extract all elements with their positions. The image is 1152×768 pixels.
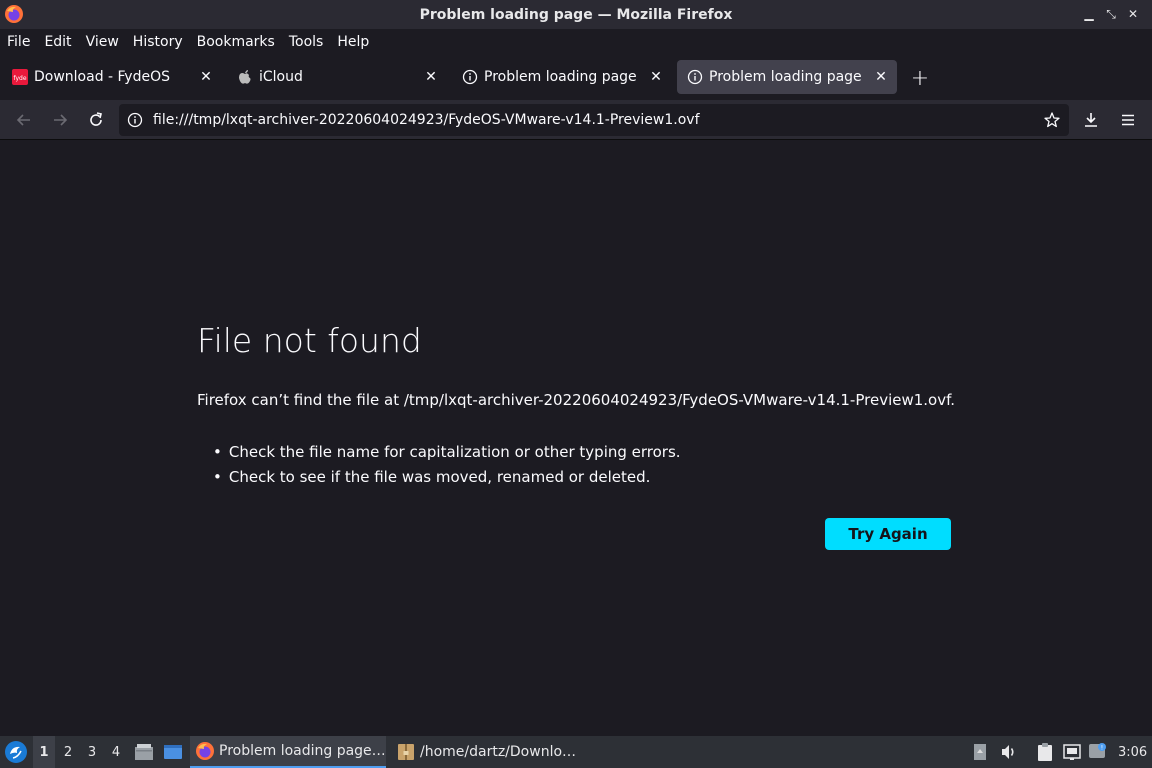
clock[interactable]: 3:06 <box>1118 736 1147 768</box>
firefox-icon[interactable] <box>4 4 24 24</box>
svg-text:!: ! <box>1101 745 1103 752</box>
menu-help[interactable]: Help <box>337 34 369 50</box>
network-icon[interactable] <box>1062 742 1082 762</box>
menu-edit[interactable]: Edit <box>44 34 71 50</box>
desktop-switch-4[interactable]: 4 <box>105 736 127 768</box>
restore-icon[interactable]: ⤡ <box>1100 6 1122 22</box>
bookmark-star-icon[interactable] <box>1043 111 1061 129</box>
url-bar[interactable]: file:///tmp/lxqt-archiver-20220604024923… <box>119 104 1069 136</box>
tab-icloud[interactable]: iCloud ✕ <box>227 60 447 94</box>
list-item: Check the file name for capitalization o… <box>213 439 681 464</box>
new-tab-plus-icon[interactable]: + <box>908 66 932 91</box>
tab-download-fydeos[interactable]: fyde Download - FydeOS ✕ <box>2 60 222 94</box>
menubar: File Edit View History Bookmarks Tools H… <box>0 29 1152 54</box>
menu-view[interactable]: View <box>86 34 119 50</box>
close-tab-icon[interactable]: ✕ <box>646 67 666 87</box>
taskbar-item-firefox[interactable]: Problem loading page… <box>190 736 386 768</box>
window-controls: ▁ ⤡ ✕ <box>1078 6 1144 22</box>
close-tab-icon[interactable]: ✕ <box>196 67 216 87</box>
firefox-icon <box>196 742 214 760</box>
show-desktop-icon[interactable] <box>163 742 183 762</box>
forward-arrow-icon[interactable] <box>48 108 72 132</box>
tab-label: Problem loading page <box>484 69 637 85</box>
error-title: File not found <box>197 321 422 360</box>
info-icon <box>462 69 478 85</box>
tab-problem-loading-1[interactable]: Problem loading page ✕ <box>452 60 672 94</box>
desktop-switch-3[interactable]: 3 <box>81 736 103 768</box>
list-item: Check to see if the file was moved, rena… <box>213 464 681 489</box>
tab-label: Problem loading page <box>709 69 862 85</box>
info-icon <box>687 69 703 85</box>
file-manager-icon[interactable] <box>134 742 154 762</box>
tab-problem-loading-active[interactable]: Problem loading page ✕ <box>677 60 897 94</box>
volume-icon[interactable] <box>999 742 1019 762</box>
storage-icon[interactable] <box>970 742 990 762</box>
error-tips-list: Check the file name for capitalization o… <box>213 439 681 489</box>
apple-favicon <box>237 69 253 85</box>
reload-icon[interactable] <box>84 108 108 132</box>
tab-label: Download - FydeOS <box>34 69 171 85</box>
clipboard-icon[interactable] <box>1035 742 1055 762</box>
tab-strip: fyde Download - FydeOS ✕ iCloud ✕ Proble… <box>0 54 1152 100</box>
window-titlebar: Problem loading page — Mozilla Firefox ▁… <box>0 0 1152 29</box>
try-again-button[interactable]: Try Again <box>825 518 951 550</box>
site-info-icon[interactable] <box>127 112 143 128</box>
taskbar-item-archiver[interactable]: /home/dartz/Downlo… <box>391 736 587 768</box>
taskbar-item-label: /home/dartz/Downlo… <box>420 744 577 760</box>
archive-icon <box>398 744 414 760</box>
back-arrow-icon[interactable] <box>12 108 36 132</box>
menu-history[interactable]: History <box>133 34 183 50</box>
menu-bookmarks[interactable]: Bookmarks <box>197 34 275 50</box>
tab-label: iCloud <box>259 69 303 85</box>
desktop-switch-1[interactable]: 1 <box>33 736 55 768</box>
downloads-icon[interactable] <box>1079 108 1103 132</box>
svg-text:fyde: fyde <box>13 75 26 82</box>
navigation-toolbar: file:///tmp/lxqt-archiver-20220604024923… <box>0 100 1152 140</box>
desktop-switch-2[interactable]: 2 <box>57 736 79 768</box>
start-menu-icon[interactable] <box>4 740 28 764</box>
notification-icon[interactable]: ! <box>1088 742 1108 762</box>
menu-file[interactable]: File <box>7 34 30 50</box>
window-title: Problem loading page — Mozilla Firefox <box>419 6 733 23</box>
close-tab-icon[interactable]: ✕ <box>421 67 441 87</box>
menu-tools[interactable]: Tools <box>289 34 324 50</box>
hamburger-menu-icon[interactable] <box>1116 108 1140 132</box>
error-description: Firefox can’t find the file at /tmp/lxqt… <box>197 391 956 409</box>
taskbar: 1 2 3 4 Problem loading page… /home/dart… <box>0 736 1152 768</box>
close-tab-icon[interactable]: ✕ <box>871 67 891 87</box>
fydeos-favicon: fyde <box>12 69 28 85</box>
taskbar-item-label: Problem loading page… <box>219 743 386 759</box>
page-content: File not found Firefox can’t find the fi… <box>0 141 1152 736</box>
minimize-icon[interactable]: ▁ <box>1078 6 1100 22</box>
close-window-icon[interactable]: ✕ <box>1122 6 1144 22</box>
url-text[interactable]: file:///tmp/lxqt-archiver-20220604024923… <box>153 112 1043 128</box>
